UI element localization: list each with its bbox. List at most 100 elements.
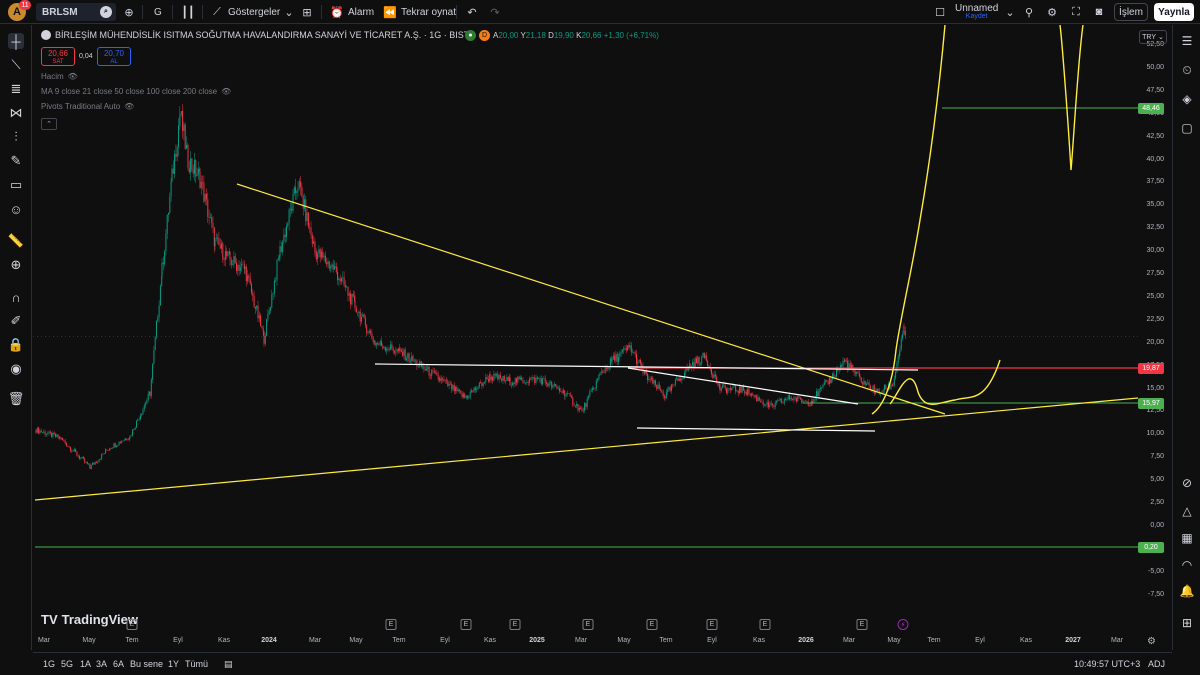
flash-event-icon[interactable]: ⚡ [897,619,909,630]
earnings-event-marker[interactable]: E [385,619,397,630]
clock[interactable]: 10:49:57 UTC+3 [1074,659,1140,669]
earnings-event-marker[interactable]: E [460,619,472,630]
candle-body [692,362,694,366]
chart-settings-button[interactable]: ⚙ [1147,636,1156,647]
settings-button[interactable]: ⚙ [1045,5,1059,19]
magnet-tool[interactable]: ∩ [8,289,24,305]
range-button[interactable]: 6A [113,659,124,669]
chart-type-button[interactable]: ┃┃ [181,5,195,19]
earnings-event-marker[interactable]: E [759,619,771,630]
candle-body [522,380,524,383]
range-button[interactable]: 1G [43,659,55,669]
trade-button[interactable]: İşlem [1114,3,1148,21]
layout-menu-button[interactable]: ⌄ [1003,5,1017,19]
fullscreen-button[interactable]: ⛶ [1069,5,1083,19]
buy-price: 20,70 [103,49,125,58]
legend-collapse-button[interactable]: ⌃ [41,118,57,130]
candle-body [741,386,743,393]
pine-button[interactable]: △ [1179,503,1195,519]
eye-icon[interactable]: 👁 [68,72,78,81]
indicators-button[interactable]: ⟋ Göstergeler [210,5,280,19]
candle-body [844,360,846,362]
earnings-event-marker[interactable]: E [706,619,718,630]
range-button[interactable]: 1A [80,659,91,669]
earnings-event-marker[interactable]: E [856,619,868,630]
quick-search-button[interactable]: ⚲ [1022,5,1036,19]
candle-body [549,381,551,383]
indicator-pivots[interactable]: Pivots Traditional Auto 👁 [41,102,134,111]
candle-body [304,199,305,209]
candle-body [897,356,899,364]
fib-tool[interactable]: ≣ [8,81,24,97]
adjust-button[interactable]: ADJ [1148,659,1165,669]
candle-body [379,341,381,345]
sell-button[interactable]: 20,66 SAT [41,47,75,66]
ideas-button[interactable]: ⊘ [1179,475,1195,491]
emoji-tool[interactable]: ☺ [8,201,24,217]
trendline-tool[interactable]: ⟍ [8,57,24,73]
earnings-event-marker[interactable]: E [582,619,594,630]
alarm-button[interactable]: ⏰ Alarm [330,5,374,19]
range-button[interactable]: 5G [61,659,73,669]
compare-add-button[interactable]: ⊕ [122,5,136,19]
candle-body [572,397,574,405]
calendar-button[interactable]: ▦ [1179,530,1195,546]
ruler-tool[interactable]: 📏 [8,233,24,249]
range-button[interactable]: Bu sene [130,659,163,669]
candle-body [740,386,742,393]
interval-button[interactable]: G [154,5,162,19]
layouts-button[interactable]: ⊞ [300,5,314,19]
chart-pane[interactable] [33,25,1138,630]
indicator-volume[interactable]: Hacim 👁 [41,72,78,81]
range-button[interactable]: Tümü [185,659,208,669]
watchlist-button[interactable]: ☰ [1179,33,1195,49]
alerts-panel-button[interactable]: ⏲ [1179,62,1195,78]
price-chart-canvas[interactable] [33,25,1138,630]
replay-button[interactable]: ⏪ Tekrar oynat [383,5,456,19]
indicator-ma[interactable]: MA 9 close 21 close 50 close 100 close 2… [41,87,231,96]
forecast-tool[interactable]: ⫶ [8,129,24,145]
date-range-calendar-icon[interactable]: ▤ [224,659,233,670]
range-button[interactable]: 3A [96,659,107,669]
layout-name[interactable]: Unnamed Kaydet [955,3,998,20]
object-tree-button[interactable]: ◈ [1179,91,1195,107]
stay-drawing-tool[interactable]: ✐ [8,313,24,329]
earnings-event-marker[interactable]: E [126,619,138,630]
lock-tool[interactable]: 🔒 [8,337,24,353]
layout-checkbox[interactable]: ☐ [933,5,947,19]
price-axis[interactable]: 52,5050,0047,5045,0042,5040,0037,5035,00… [1138,25,1172,630]
streams-button[interactable]: ◠ [1179,557,1195,573]
notifications-button[interactable]: 🔔 [1179,583,1195,599]
range-button[interactable]: 1Y [168,659,179,669]
eye-icon[interactable]: 👁 [124,102,134,111]
pattern-tool[interactable]: ⋈ [8,105,24,121]
candle-body [133,429,135,431]
crosshair-tool[interactable]: ┼ [8,33,24,49]
earnings-event-marker[interactable]: E [646,619,658,630]
redo-button[interactable]: ↷ [488,5,502,19]
remove-drawings-tool[interactable]: 🗑 [8,391,25,407]
earnings-event-marker[interactable]: E [509,619,521,630]
eye-icon[interactable]: 👁 [221,87,231,96]
brush-tool[interactable]: ✎ [8,153,24,169]
text-tool[interactable]: ▭ [8,177,24,193]
help-button[interactable]: ⊞ [1179,615,1195,631]
publish-button[interactable]: Yaynla [1154,3,1194,21]
candle-body [284,234,286,238]
candle-body [518,376,520,380]
currency-selector[interactable]: TRY ⌄ [1139,30,1167,44]
hide-tool[interactable]: ◉ [8,361,24,377]
indicator-templates-button[interactable]: ⌄ [282,5,296,19]
candle-body [370,330,372,334]
tradingview-logo: TV TradingView [41,612,138,627]
chart-legend-title[interactable]: BİRLEŞİM MÜHENDİSLİK ISITMA SOĞUTMA HAVA… [41,30,469,40]
buy-button[interactable]: 20,70 AL [97,47,131,66]
time-axis[interactable]: Mar May Tem Eyl Kas 2024 Mar May Tem Eyl Kas 2025 Ma… [33,630,1138,650]
compass-icon: ⊘ [1181,476,1193,490]
candle-body [298,181,300,189]
zoom-tool[interactable]: ⊕ [8,257,24,273]
chats-button[interactable]: ▢ [1179,120,1195,136]
snapshot-button[interactable]: ◙ [1092,5,1106,19]
undo-button[interactable]: ↶ [465,5,479,19]
symbol-search[interactable]: BRLSM ⌕ [36,3,116,21]
